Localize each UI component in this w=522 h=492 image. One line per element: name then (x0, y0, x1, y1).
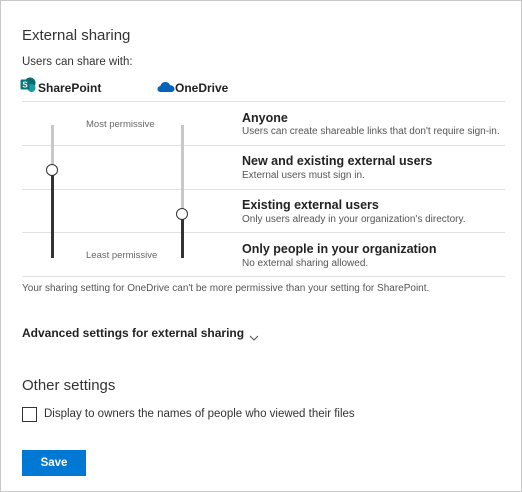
save-button[interactable]: Save (22, 450, 86, 476)
divider (22, 232, 505, 233)
divider (22, 101, 505, 102)
option-existing-desc: Only users already in your organization'… (242, 214, 466, 225)
onedrive-cloud-icon (157, 80, 175, 92)
slider-track-active (51, 170, 54, 258)
most-permissive-label: Most permissive (86, 119, 155, 130)
sharing-note: Your sharing setting for OneDrive can't … (22, 283, 430, 294)
slider-track-inactive (181, 125, 184, 214)
other-settings-title: Other settings (22, 377, 116, 394)
option-org-only-title: Only people in your organization (242, 242, 437, 256)
viewers-names-checkbox-label: Display to owners the names of people wh… (44, 408, 355, 420)
divider (22, 189, 505, 190)
least-permissive-label: Least permissive (86, 250, 158, 261)
option-org-only-desc: No external sharing allowed. (242, 258, 369, 269)
onedrive-slider-thumb[interactable] (176, 208, 188, 220)
divider (22, 276, 505, 277)
advanced-settings-toggle[interactable]: Advanced settings for external sharing (22, 326, 259, 341)
divider (22, 145, 505, 146)
option-new-existing-desc: External users must sign in. (242, 170, 365, 181)
sharepoint-label: SharePoint (38, 81, 102, 95)
viewers-names-checkbox[interactable] (22, 407, 37, 422)
onedrive-label: OneDrive (175, 81, 229, 95)
option-anyone-title: Anyone (242, 111, 288, 125)
chevron-down-icon (249, 329, 259, 341)
advanced-settings-label: Advanced settings for external sharing (22, 326, 245, 340)
option-existing-title: Existing external users (242, 198, 379, 212)
sharepoint-logo-icon: S (20, 77, 36, 93)
sharepoint-slider-thumb[interactable] (46, 164, 58, 176)
svg-text:S: S (22, 81, 28, 90)
slider-track-active (181, 214, 184, 258)
option-anyone-desc: Users can create shareable links that do… (242, 126, 500, 137)
option-new-existing-title: New and existing external users (242, 154, 433, 168)
section-title: External sharing (22, 27, 131, 44)
users-can-share-label: Users can share with: (22, 56, 133, 68)
